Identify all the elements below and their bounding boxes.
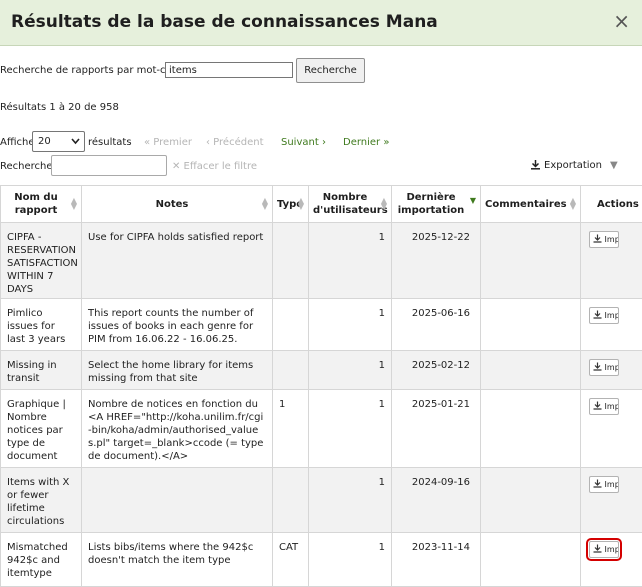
export-label: Exportation: [544, 160, 602, 171]
cell-name: Pimlico issues for last 3 years: [1, 299, 82, 351]
cell-last-import: 2024-09-16: [392, 468, 481, 533]
keyword-search-input[interactable]: [165, 62, 293, 78]
length-menu-suffix: résultats: [88, 137, 132, 148]
table-row: Graphique | Nombre notices par type de d…: [1, 390, 642, 468]
import-button[interactable]: Importer: [589, 231, 619, 248]
cell-last-import: 2025-02-12: [392, 351, 481, 390]
download-icon: [593, 400, 602, 415]
keyword-search-button[interactable]: Recherche: [296, 58, 365, 83]
cell-notes: This report counts the number of issues …: [82, 299, 273, 351]
download-icon: [593, 478, 602, 493]
cell-actions: Importer: [581, 223, 642, 299]
cell-type: [273, 223, 309, 299]
download-icon: [593, 233, 602, 248]
column-header-last-import[interactable]: Dernière importation▼: [392, 186, 481, 223]
import-button[interactable]: Importer: [589, 307, 619, 324]
cell-users: 1: [309, 533, 392, 587]
cell-actions: Importer: [581, 390, 642, 468]
results-table: Nom du rapport▲▼ Notes▲▼ Type▲▼ Nombre d…: [0, 185, 642, 587]
cell-users: 1: [309, 390, 392, 468]
cell-actions: Importer: [581, 351, 642, 390]
cell-type: CAT: [273, 533, 309, 587]
import-button[interactable]: Importer: [589, 476, 619, 493]
modal-header: Résultats de la base de connaissances Ma…: [0, 0, 642, 46]
pagination-last[interactable]: Dernier »: [343, 137, 389, 148]
import-button[interactable]: Importer: [589, 398, 619, 415]
results-info: Résultats 1 à 20 de 958: [0, 102, 119, 113]
cell-comments: [481, 468, 581, 533]
cell-notes: Use for CIPFA holds satisfied report: [82, 223, 273, 299]
cell-last-import: 2025-06-16: [392, 299, 481, 351]
cell-users: 1: [309, 299, 392, 351]
cell-name: Mismatched 942$c and itemtype: [1, 533, 82, 587]
column-header-notes[interactable]: Notes▲▼: [82, 186, 273, 223]
sort-icon: ▲▼: [298, 198, 304, 210]
cell-type: 1: [273, 390, 309, 468]
clear-filter-button[interactable]: ✕ Effacer le filtre: [172, 161, 257, 172]
import-button[interactable]: Importer: [589, 541, 619, 558]
column-header-users[interactable]: Nombre d'utilisateurs▲▼: [309, 186, 392, 223]
cell-users: 1: [309, 223, 392, 299]
cell-type: [273, 351, 309, 390]
caret-down-icon: ▼: [610, 160, 618, 171]
column-header-comments[interactable]: Commentaires▲▼: [481, 186, 581, 223]
table-row: Pimlico issues for last 3 years This rep…: [1, 299, 642, 351]
column-header-type[interactable]: Type▲▼: [273, 186, 309, 223]
column-header-name[interactable]: Nom du rapport▲▼: [1, 186, 82, 223]
cell-last-import: 2025-01-21: [392, 390, 481, 468]
cell-name: Items with X or fewer lifetime circulati…: [1, 468, 82, 533]
cell-notes: [82, 468, 273, 533]
table-header-row: Nom du rapport▲▼ Notes▲▼ Type▲▼ Nombre d…: [1, 186, 642, 223]
cell-name: CIPFA - RESERVATION SATISFACTION WITHIN …: [1, 223, 82, 299]
download-icon: [593, 309, 602, 324]
cell-name: Missing in transit: [1, 351, 82, 390]
pagination-previous[interactable]: ‹ Précédent: [206, 137, 264, 148]
cell-name: Graphique | Nombre notices par type de d…: [1, 390, 82, 468]
pagination-next[interactable]: Suivant ›: [281, 137, 326, 148]
sort-icon: ▲▼: [381, 198, 387, 210]
column-header-actions[interactable]: Actions: [581, 186, 642, 223]
cell-users: 1: [309, 468, 392, 533]
table-row: CIPFA - RESERVATION SATISFACTION WITHIN …: [1, 223, 642, 299]
cell-notes: Lists bibs/items where the 942$c doesn't…: [82, 533, 273, 587]
cell-actions: Importer: [581, 299, 642, 351]
pagination-first[interactable]: « Premier: [144, 137, 192, 148]
sort-icon: ▲▼: [570, 198, 576, 210]
table-row: Items with X or fewer lifetime circulati…: [1, 468, 642, 533]
download-icon: [593, 361, 602, 376]
import-button[interactable]: Importer: [589, 359, 619, 376]
length-menu-select[interactable]: 20: [32, 131, 85, 152]
cell-last-import: 2023-11-14: [392, 533, 481, 587]
sort-icon: ▲▼: [71, 198, 77, 210]
keyword-search-label: Recherche de rapports par mot-clé :: [0, 65, 181, 76]
cell-type: [273, 468, 309, 533]
download-icon: [593, 543, 602, 558]
cell-comments: [481, 223, 581, 299]
download-icon: [530, 159, 541, 173]
close-button[interactable]: ×: [613, 11, 630, 31]
table-row: Missing in transit Select the home libra…: [1, 351, 642, 390]
cell-notes: Select the home library for items missin…: [82, 351, 273, 390]
modal-title: Résultats de la base de connaissances Ma…: [11, 12, 438, 32]
cell-last-import: 2025-12-22: [392, 223, 481, 299]
length-menu-value: 20: [38, 136, 51, 147]
cell-users: 1: [309, 351, 392, 390]
table-row: Mismatched 942$c and itemtype Lists bibs…: [1, 533, 642, 587]
cell-notes: Nombre de notices en fonction du <A HREF…: [82, 390, 273, 468]
cell-comments: [481, 299, 581, 351]
sort-icon: ▲▼: [262, 198, 268, 210]
cell-actions: Importer: [581, 468, 642, 533]
cell-type: [273, 299, 309, 351]
cell-comments: [481, 390, 581, 468]
cell-comments: [481, 533, 581, 587]
export-button[interactable]: Exportation ▼: [530, 159, 618, 173]
sort-desc-icon: ▼: [470, 198, 476, 204]
filter-input[interactable]: [51, 155, 167, 176]
cell-actions: Importer: [581, 533, 642, 587]
cell-comments: [481, 351, 581, 390]
